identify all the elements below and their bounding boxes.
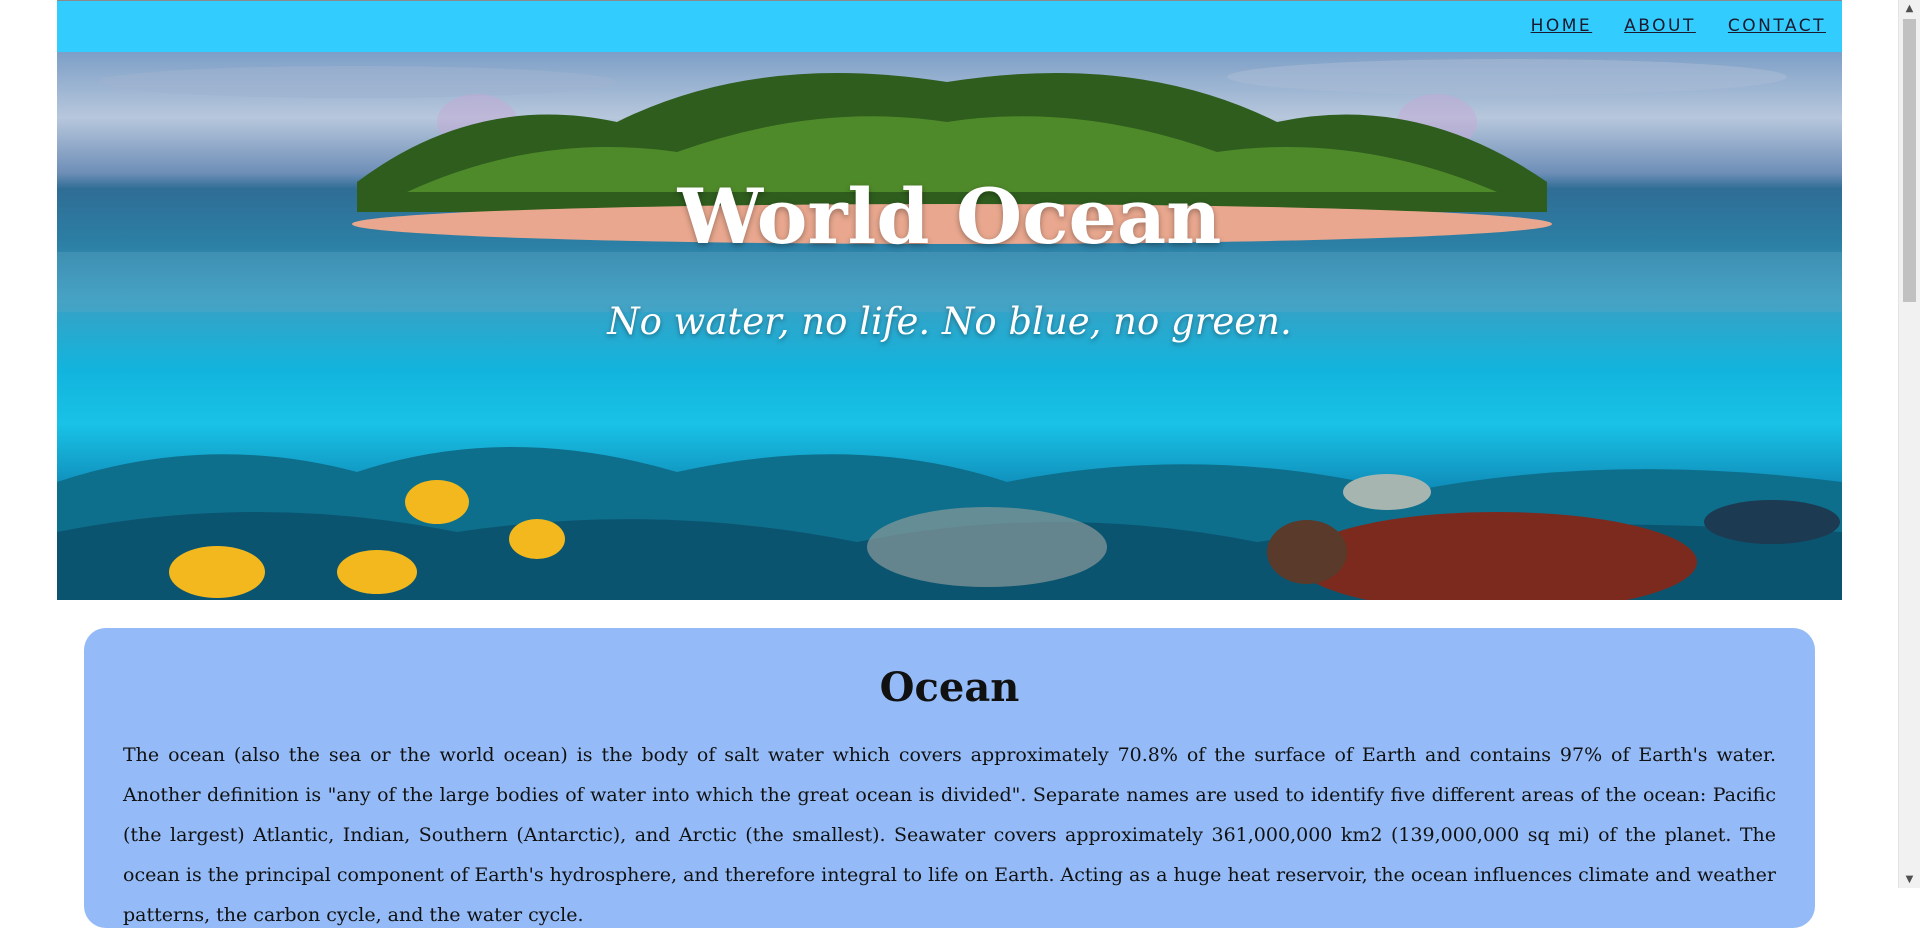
top-navbar: HOME ABOUT CONTACT xyxy=(57,0,1842,52)
page-scrollbar[interactable]: ▲ ▼ xyxy=(1898,0,1920,888)
scroll-up-arrow-icon[interactable]: ▲ xyxy=(1899,0,1920,17)
article-heading: Ocean xyxy=(879,664,1020,711)
article-body: The ocean (also the sea or the world oce… xyxy=(123,744,1776,926)
nav-link-contact[interactable]: CONTACT xyxy=(1728,16,1826,36)
ocean-article-card: Ocean The ocean (also the sea or the wor… xyxy=(84,628,1815,928)
hero-title: World Ocean xyxy=(677,172,1222,261)
scroll-down-arrow-icon[interactable]: ▼ xyxy=(1899,871,1920,888)
hero-subtitle: No water, no life. No blue, no green. xyxy=(607,300,1292,343)
page: HOME ABOUT CONTACT World Ocean No water,… xyxy=(57,0,1842,928)
nav-link-home[interactable]: HOME xyxy=(1531,16,1593,36)
hero-banner: World Ocean No water, no life. No blue, … xyxy=(57,52,1842,600)
main-nav: HOME ABOUT CONTACT xyxy=(1531,16,1826,36)
scrollbar-thumb[interactable] xyxy=(1903,19,1916,302)
nav-link-about[interactable]: ABOUT xyxy=(1624,16,1696,36)
